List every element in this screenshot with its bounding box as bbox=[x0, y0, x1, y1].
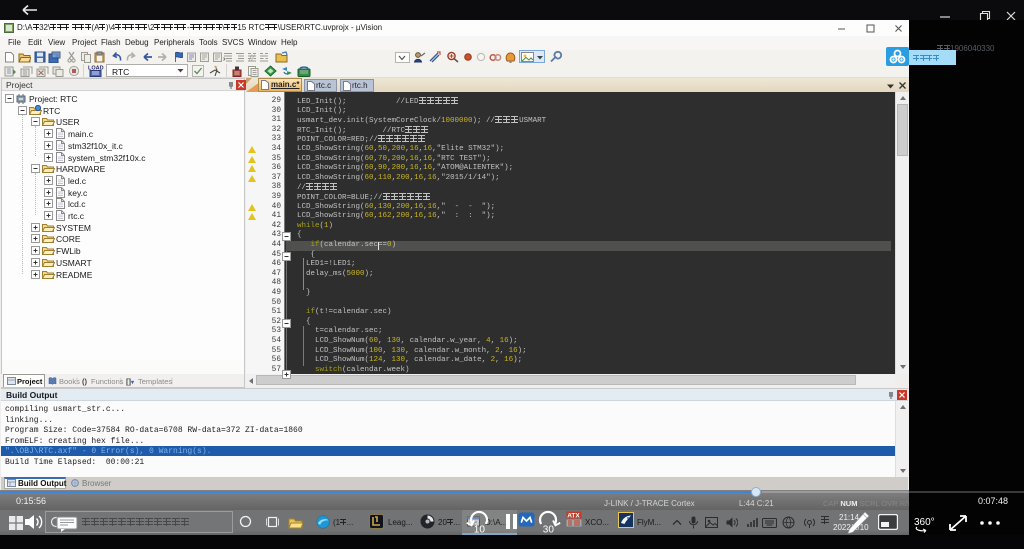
svg-text:10: 10 bbox=[474, 525, 486, 536]
svg-text:30: 30 bbox=[543, 525, 555, 536]
svg-text:ATX: ATX bbox=[567, 513, 580, 520]
svg-text:360°: 360° bbox=[914, 517, 935, 528]
